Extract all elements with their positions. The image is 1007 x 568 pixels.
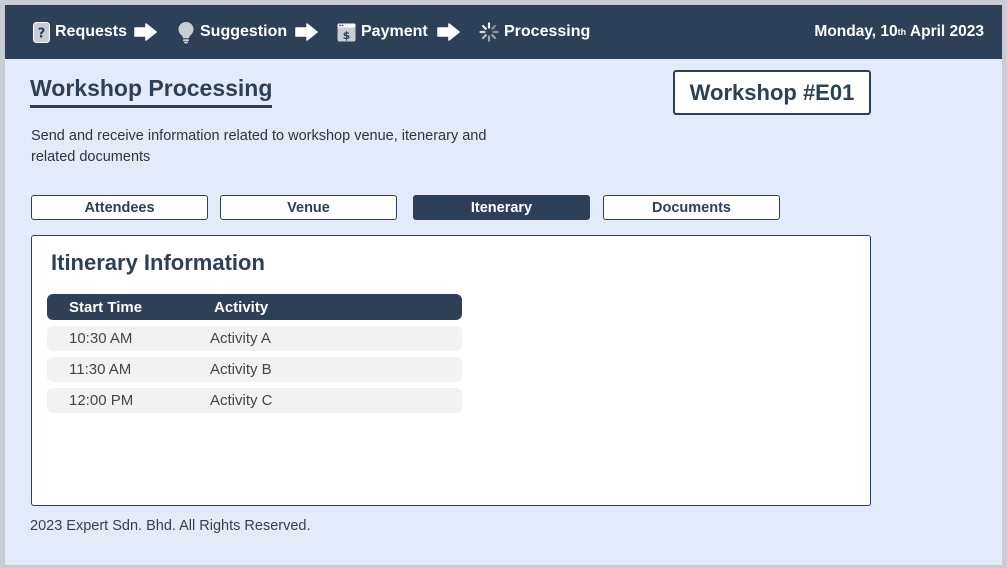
column-header-activity: Activity (214, 298, 269, 316)
tab-documents[interactable]: Documents (603, 195, 780, 220)
cell-start-time: 12:00 PM (69, 392, 134, 409)
date-prefix: Monday, 10 (814, 23, 898, 40)
top-nav-bar: ? Requests Suggestion $ Payment Processi… (5, 5, 1002, 59)
table-header: Start Time Activity (47, 294, 462, 320)
page-description: Send and receive information related to … (31, 128, 487, 165)
question-page-icon: ? (33, 21, 50, 43)
nav-step-suggestion[interactable]: Suggestion (177, 5, 287, 59)
column-header-start-time: Start Time (69, 298, 143, 316)
tab-attendees[interactable]: Attendees (31, 195, 208, 220)
table-row: 12:00 PM Activity C (47, 388, 462, 413)
nav-step-label: Processing (504, 23, 591, 40)
arrow-right-icon (295, 23, 318, 41)
arrow-right-icon (437, 23, 460, 41)
nav-step-label: Requests (55, 23, 128, 40)
app-frame: ? Requests Suggestion $ Payment Processi… (4, 4, 1003, 566)
lightbulb-icon (178, 21, 194, 43)
page-title: Workshop Processing (30, 75, 273, 108)
nav-step-requests[interactable]: ? Requests (33, 5, 127, 59)
tab-venue[interactable]: Venue (220, 195, 397, 220)
workshop-id-badge: Workshop #E01 (673, 70, 871, 115)
arrow-right-icon (134, 23, 157, 41)
nav-step-payment[interactable]: $ Payment (337, 5, 428, 59)
footer-copyright: 2023 Expert Sdn. Bhd. All Rights Reserve… (30, 518, 311, 534)
table-row: 10:30 AM Activity A (47, 326, 462, 351)
payment-window-icon: $ (337, 23, 356, 42)
cell-start-time: 10:30 AM (69, 330, 133, 347)
nav-step-label: Payment (361, 23, 428, 40)
svg-text:$: $ (343, 29, 351, 42)
date-suffix: April 2023 (906, 23, 984, 40)
panel-title: Itinerary Information (51, 250, 265, 275)
nav-step-processing[interactable]: Processing (479, 5, 590, 59)
cell-activity: Activity A (210, 330, 271, 347)
itinerary-table: Start Time Activity 10:30 AM Activity A … (47, 294, 462, 413)
itinerary-panel: Itinerary Information Start Time Activit… (31, 235, 871, 506)
cell-start-time: 11:30 AM (69, 361, 132, 378)
svg-text:?: ? (38, 26, 46, 41)
tab-itenerary[interactable]: Itenerary (413, 195, 590, 220)
cell-activity: Activity B (210, 361, 272, 378)
table-row: 11:30 AM Activity B (47, 357, 462, 382)
cell-activity: Activity C (210, 392, 273, 409)
current-date: Monday, 10th April 2023 (814, 23, 984, 40)
spinner-icon (479, 22, 499, 42)
nav-step-label: Suggestion (200, 23, 288, 40)
